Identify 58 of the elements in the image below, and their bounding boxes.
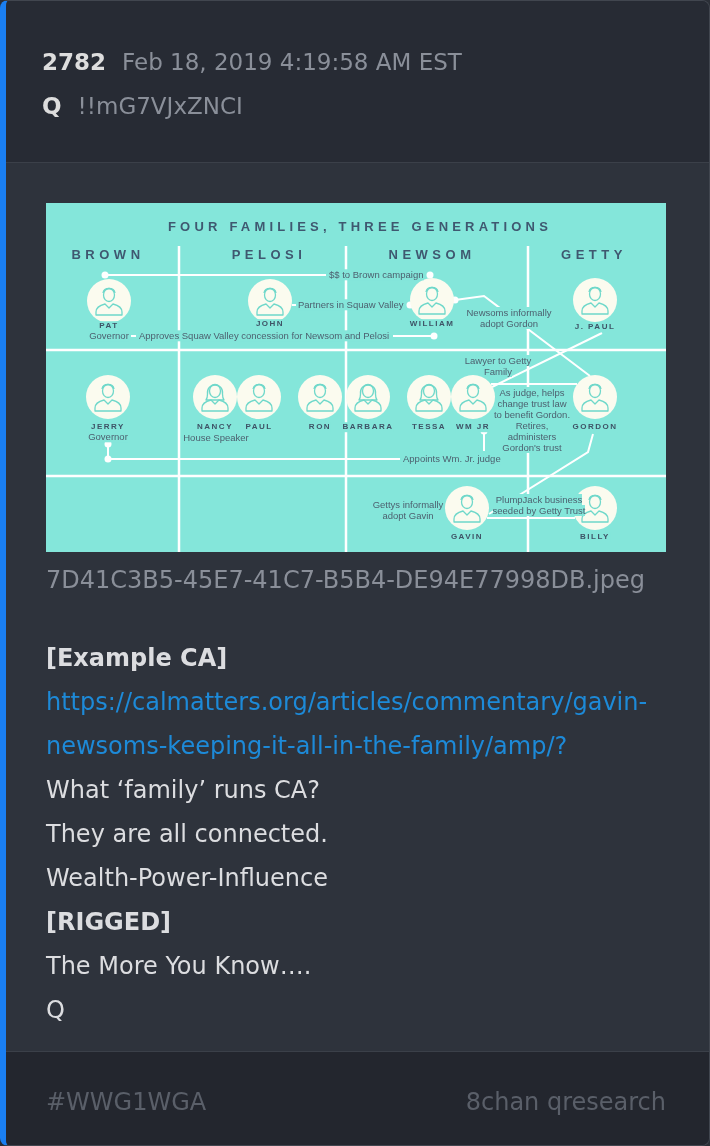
source-label: 8chan qresearch (465, 1087, 666, 1118)
family-header: PELOSI (231, 247, 307, 263)
person-name: GAVIN (450, 532, 484, 542)
person-icon (445, 486, 489, 530)
person-name: GORDON (572, 422, 618, 432)
message-heading: [RIGGED] (46, 907, 172, 938)
person-name: JERRY (91, 422, 125, 432)
person-icon (86, 375, 130, 419)
connector-label: Approves Squaw Valley concession for Newsom and Pelosi (139, 330, 390, 342)
role-label: Governor (89, 330, 129, 342)
infographic-title: FOUR FAMILIES, THREE GENERATIONS (167, 219, 553, 235)
person-name: BILLY (580, 532, 610, 542)
person-icon (87, 279, 131, 323)
post-number: 2782 (42, 48, 106, 77)
person-icon (573, 375, 617, 419)
person-icon (193, 375, 237, 419)
message-text: Q (46, 995, 65, 1026)
role-label: Governor (88, 431, 128, 443)
message-text: Wealth-Power-Influence (46, 863, 328, 894)
person-icon (410, 278, 454, 322)
person-name: RON (308, 422, 332, 432)
message-text: What ‘family’ runs CA? (46, 775, 320, 806)
post-timestamp: Feb 18, 2019 4:19:58 AM EST (122, 48, 462, 77)
message-text: The More You Know…. (46, 951, 312, 982)
person-name: BARBARA (342, 422, 394, 432)
person-name: NANCY (197, 422, 233, 432)
person-name: WILLIAM (409, 319, 455, 329)
connector-label: Partners in Squaw Valley (298, 299, 404, 311)
person-icon (451, 375, 495, 419)
person-icon (573, 278, 617, 322)
connector-label: As judge, helps change trust law to benefit Gordon. Retires, administers Gordon's trust (492, 387, 572, 453)
message-heading: [Example CA] (46, 643, 228, 674)
person-icon (298, 375, 342, 419)
person-icon (407, 375, 451, 419)
article-link[interactable]: https://calmatters.org/articles/commentary/gavin-newsoms-keeping-it-all-in-the-family/amp/? (46, 680, 666, 768)
person-name: JOHN (255, 319, 285, 329)
connector-label: PlumpJack business seeded by Getty Trust (491, 493, 587, 516)
person-name: J. PAUL (574, 322, 616, 332)
person-name: PAT (99, 321, 119, 331)
tripcode: !!mG7VJxZNCI (77, 92, 243, 121)
person-name: PAUL (245, 422, 273, 432)
role-label: House Speaker (183, 432, 249, 444)
connector-label: Lawyer to Getty Family (463, 354, 533, 377)
attachment-filename: 7D41C3B5-45E7-41C7-B5B4-DE94E77998DB.jpeg (46, 565, 646, 596)
author-name: Q (42, 92, 62, 121)
family-header: BROWN (71, 247, 145, 263)
family-header: GETTY (561, 247, 627, 263)
family-header: NEWSOM (388, 247, 476, 263)
connector-label: Newsoms informally adopt Gordon (465, 306, 553, 329)
person-icon (346, 375, 390, 419)
person-icon (237, 375, 281, 419)
message-text: They are all connected. (46, 819, 328, 850)
connector-label: $$ to Brown campaign (329, 269, 424, 281)
hashtag: #WWG1WGA (46, 1087, 207, 1118)
connector-label: Appoints Wm. Jr. judge (403, 453, 501, 465)
person-name: WM JR (455, 422, 491, 432)
person-name: TESSA (411, 422, 447, 432)
connector-label: Gettys informally adopt Gavin (371, 499, 445, 521)
